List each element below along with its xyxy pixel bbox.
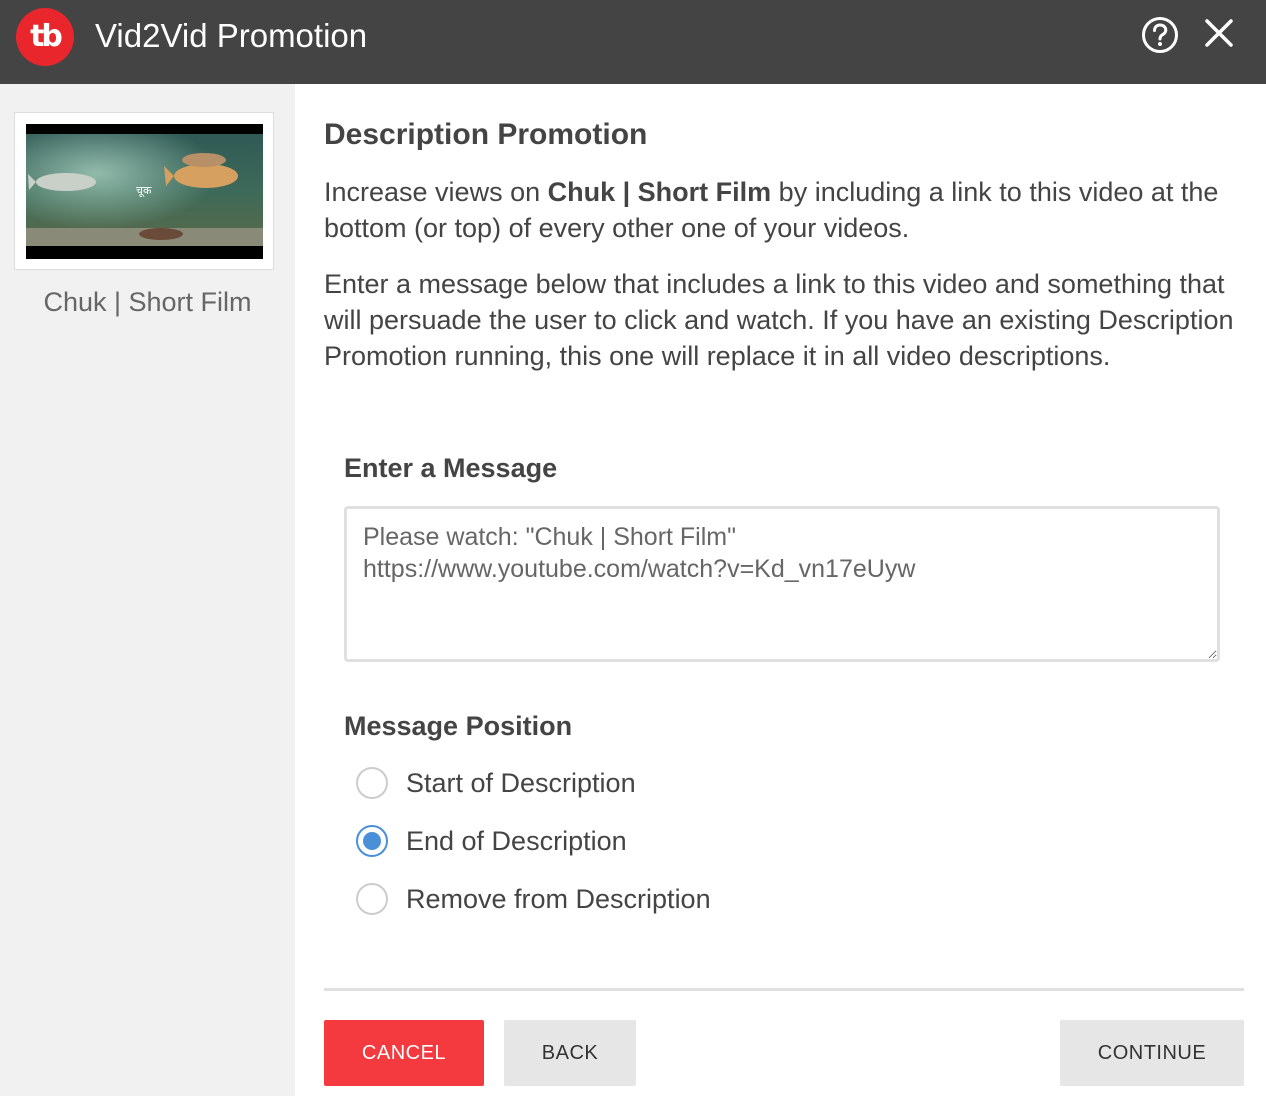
intro-before: Increase views on [324,177,548,207]
video-thumbnail-frame: चूक [14,112,274,270]
intro-text: Increase views on Chuk | Short Film by i… [324,174,1239,246]
main-panel: Description Promotion Increase views on … [295,84,1266,1096]
continue-button[interactable]: CONTINUE [1060,1020,1244,1086]
radio-end-of-description[interactable]: End of Description [356,821,627,861]
radio-label: End of Description [406,826,627,856]
radio-button[interactable] [356,883,388,915]
radio-label: Start of Description [406,768,636,798]
intro-video-title: Chuk | Short Film [547,177,772,207]
cancel-button[interactable]: CANCEL [324,1020,484,1086]
message-textarea[interactable] [344,506,1220,662]
video-thumbnail: चूक [26,124,263,259]
radio-label: Remove from Description [406,884,711,914]
section-title: Description Promotion [324,118,648,151]
radio-remove-from-description[interactable]: Remove from Description [356,879,711,919]
svg-text:चूक: चूक [136,184,152,198]
message-label: Enter a Message [344,453,558,483]
radio-button[interactable] [356,767,388,799]
tubebuddy-logo: tb [16,8,74,66]
back-button[interactable]: BACK [504,1020,636,1086]
close-icon[interactable] [1203,17,1235,49]
dialog-title: Vid2Vid Promotion [95,17,368,54]
help-circle-icon[interactable] [1141,16,1179,54]
footer-divider [324,988,1244,991]
position-label: Message Position [344,711,573,741]
radio-start-of-description[interactable]: Start of Description [356,763,636,803]
video-title: Chuk | Short Film [43,287,252,317]
dialog-header: tb Vid2Vid Promotion [0,0,1266,84]
description-text: Enter a message below that includes a li… [324,269,1234,371]
radio-button-selected[interactable] [356,825,388,857]
sidebar: चूक Chuk | Short Film [0,84,295,1096]
